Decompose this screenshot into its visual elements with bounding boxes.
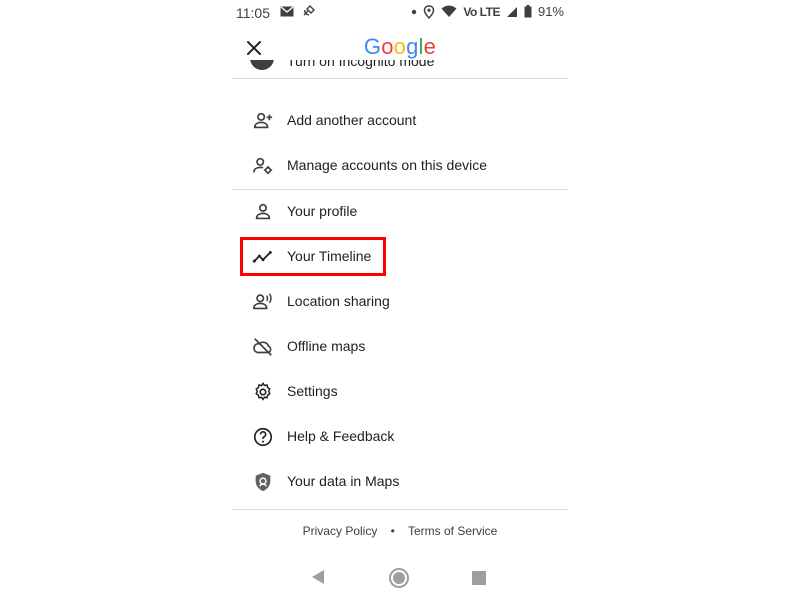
footer-links: Privacy Policy • Terms of Service — [232, 524, 568, 538]
status-time: 11:05 — [236, 5, 270, 21]
menu-item-label: Your data in Maps — [287, 473, 400, 489]
menu-item-add-account[interactable]: Add another account — [232, 99, 568, 144]
google-logo: Google — [232, 34, 568, 60]
gear-icon — [255, 381, 271, 401]
incognito-label: Turn on Incognito mode — [287, 60, 435, 69]
app-screen: 11:05 Vo LTE 91% Google Turn on Incognit… — [232, 0, 568, 600]
incognito-menu-item-partial[interactable]: Turn on Incognito mode — [232, 60, 568, 84]
shield-icon — [255, 472, 271, 492]
add-person-icon — [253, 112, 273, 129]
menu-item-settings[interactable]: Settings — [232, 370, 568, 415]
person-icon — [255, 203, 271, 220]
timeline-icon — [252, 250, 272, 263]
menu-item-label: Offline maps — [287, 338, 366, 354]
menu-item-label: Manage accounts on this device — [287, 157, 488, 173]
divider — [232, 78, 568, 79]
help-icon — [253, 427, 273, 447]
gmail-icon — [280, 5, 294, 16]
cloud-off-icon — [253, 338, 272, 356]
status-bar: 11:05 Vo LTE 91% — [232, 0, 568, 24]
back-icon[interactable] — [310, 569, 326, 585]
footer-separator: • — [390, 524, 395, 538]
logo-letter: o — [393, 34, 407, 59]
menu-item-manage-accounts[interactable]: Manage accounts on this device — [232, 144, 568, 189]
battery-icon — [524, 5, 532, 18]
system-status-icons: Vo LTE 91% — [411, 4, 564, 19]
wifi-icon — [441, 5, 457, 17]
menu-item-offline-maps[interactable]: Offline maps — [232, 325, 568, 370]
menu-item-your-timeline[interactable]: Your Timeline — [232, 235, 568, 280]
satellite-icon — [303, 5, 315, 16]
privacy-policy-link[interactable]: Privacy Policy — [303, 524, 378, 538]
logo-letter: e — [423, 34, 437, 59]
menu-item-label: Location sharing — [287, 293, 390, 309]
location-sharing-icon — [253, 293, 272, 310]
menu-item-help-feedback[interactable]: Help & Feedback — [232, 415, 568, 460]
menu-item-label: Settings — [287, 383, 338, 399]
menu-item-label: Help & Feedback — [287, 428, 395, 444]
system-navigation-bar — [232, 560, 568, 596]
logo-letter: o — [381, 34, 394, 59]
terms-of-service-link[interactable]: Terms of Service — [408, 524, 497, 538]
recent-apps-icon[interactable] — [472, 571, 486, 585]
home-icon[interactable] — [388, 567, 410, 589]
menu-item-your-profile[interactable]: Your profile — [232, 190, 568, 235]
menu-item-label: Your Timeline — [287, 248, 372, 264]
menu-item-label: Add another account — [287, 112, 417, 128]
notification-icons — [280, 4, 316, 18]
signal-icon — [506, 6, 517, 17]
dot-icon — [412, 9, 417, 14]
battery-percent: 91% — [537, 4, 564, 19]
logo-letter: G — [363, 34, 382, 59]
location-pin-icon — [424, 4, 435, 19]
divider — [232, 509, 568, 510]
menu-item-your-data[interactable]: Your data in Maps — [232, 460, 568, 505]
manage-accounts-icon — [253, 157, 273, 175]
incognito-icon — [250, 60, 274, 70]
logo-letter: g — [406, 34, 419, 59]
menu-item-label: Your profile — [287, 203, 358, 219]
menu-item-location-sharing[interactable]: Location sharing — [232, 280, 568, 325]
network-type: Vo LTE — [463, 4, 500, 19]
